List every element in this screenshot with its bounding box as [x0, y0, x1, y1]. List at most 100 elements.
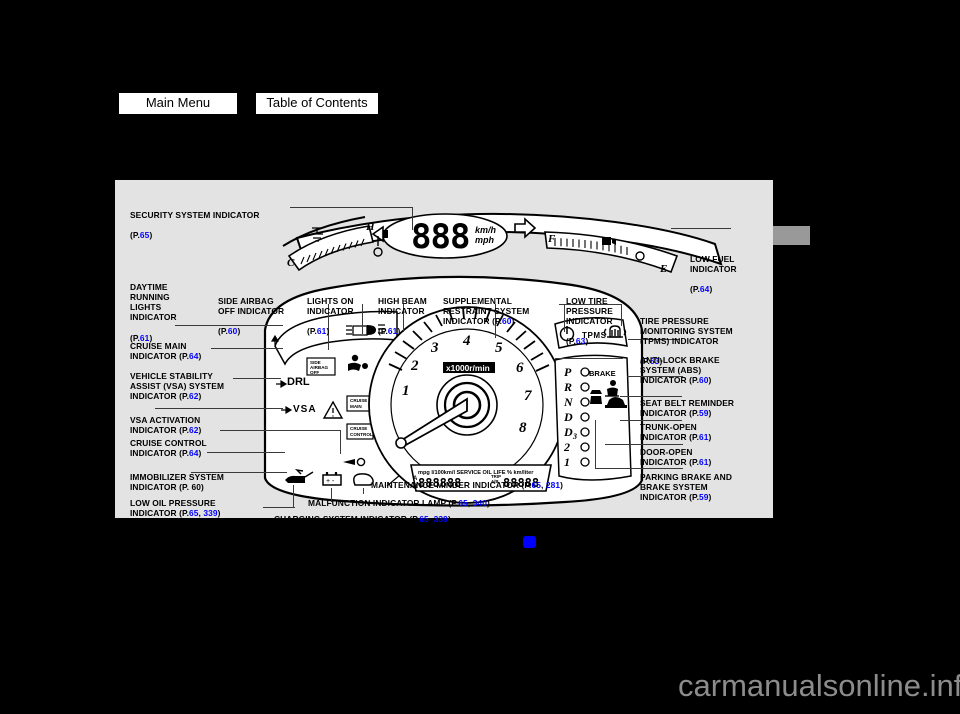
leader-line — [220, 430, 340, 431]
callout-page-ref: 62 — [189, 391, 199, 402]
svg-text:DRL: DRL — [287, 376, 310, 388]
svg-text:2: 2 — [410, 358, 419, 374]
svg-text:4: 4 — [462, 333, 471, 349]
svg-text:x1000r/min: x1000r/min — [446, 363, 490, 373]
callout-ref-prefix: (P. — [492, 316, 502, 327]
callout-title: CHARGING SYSTEM INDICATOR — [274, 514, 410, 525]
table-of-contents-button[interactable]: Table of Contents — [255, 92, 379, 115]
callout-ref-suffix: ) — [708, 375, 712, 386]
callout-lights-on-indicator: LIGHTS ON INDICATOR (P.61) — [307, 286, 354, 336]
callout-title: SUPPLEMENTAL RESTRAINT SYSTEM INDICATOR — [443, 296, 530, 327]
callout-ref-prefix: (P. — [689, 492, 699, 503]
callout-page-ref-2: 281 — [545, 480, 561, 491]
svg-text:km/h: km/h — [475, 225, 497, 235]
svg-text:VSA: VSA — [293, 404, 317, 415]
callout-page-ref: 60 — [227, 326, 238, 337]
callout-ref-prefix: (P. — [179, 508, 189, 519]
callout-ref-prefix: (P. — [218, 326, 228, 337]
callout-page-ref: 61 — [387, 326, 398, 337]
svg-text:CRUISE: CRUISE — [350, 426, 367, 431]
callout-ref-prefix: (P. — [409, 514, 420, 525]
callout-abs-indicator: ANTI-LOCK BRAKE SYSTEM (ABS) INDICATOR (… — [640, 345, 720, 385]
callout-supplemental-restraint-system-indicator: SUPPLEMENTAL RESTRAINT SYSTEM INDICATOR … — [443, 286, 529, 326]
svg-text:D: D — [563, 410, 573, 424]
callout-parking-brake-and-brake-system-indicator: PARKING BRAKE AND BRAKE SYSTEM INDICATOR… — [640, 462, 732, 502]
callout-low-oil-pressure-indicator: LOW OIL PRESSURE INDICATOR (P.65, 339) — [130, 488, 221, 518]
svg-text:P: P — [564, 365, 572, 379]
svg-text:2: 2 — [563, 440, 570, 454]
callout-page-ref-2: 339 — [203, 508, 218, 519]
svg-text:CONTROL: CONTROL — [350, 432, 373, 437]
svg-text:mph: mph — [475, 235, 495, 245]
callout-ref-suffix: ) — [447, 514, 451, 525]
callout-ref-prefix: (P. — [307, 326, 317, 337]
svg-text:AIRBAG: AIRBAG — [310, 365, 329, 370]
callout-ref-prefix: (P. — [179, 351, 189, 362]
svg-text:H: H — [365, 221, 375, 233]
svg-text:1: 1 — [564, 455, 570, 469]
leader-line — [362, 304, 363, 334]
callout-ref-prefix: (P. — [179, 391, 189, 402]
callout-page-ref-2: 340 — [472, 498, 487, 509]
leader-line — [595, 420, 596, 468]
callout-security-system-indicator: SECURITY SYSTEM INDICATOR (P.65) — [130, 200, 260, 240]
svg-text:3: 3 — [430, 340, 439, 356]
callout-page-ref: 65 — [139, 230, 150, 241]
callout-ref-suffix: ) — [198, 351, 202, 362]
callout-title: CRUISE MAIN INDICATOR — [130, 341, 187, 362]
callout-ref-suffix: ) — [149, 230, 153, 241]
callout-title: LOW TIRE PRESSURE INDICATOR — [566, 296, 613, 327]
leader-line — [555, 358, 623, 359]
main-menu-button[interactable]: Main Menu — [118, 92, 238, 115]
callout-low-tire-pressure-indicator: LOW TIRE PRESSURE INDICATOR (P.63) — [566, 286, 613, 347]
callout-ref-suffix: ) — [708, 492, 712, 503]
svg-text:CRUISE: CRUISE — [350, 398, 367, 403]
page-edge-tab — [773, 226, 810, 245]
site-watermark: carmanualsonline.info — [678, 668, 960, 703]
callout-page-ref: 60 — [502, 316, 512, 327]
svg-text:7: 7 — [524, 388, 532, 404]
callout-side-airbag-off-indicator: SIDE AIRBAG OFF INDICATOR (P.60) — [218, 286, 284, 336]
callout-page-ref: 63 — [575, 336, 586, 347]
svg-text:MAIN: MAIN — [350, 404, 362, 409]
callout-low-fuel-indicator: LOW FUEL INDICATOR (P.64) — [690, 244, 737, 294]
callout-ref-suffix: ) — [487, 498, 490, 509]
callout-title: SECURITY SYSTEM INDICATOR — [130, 210, 260, 221]
callout-cruise-main-indicator: CRUISE MAIN INDICATOR (P.64) — [130, 331, 201, 361]
callout-ref-prefix: (P. — [130, 230, 140, 241]
callout-ref-suffix: ) — [198, 391, 202, 402]
callout-ref-suffix: ) — [511, 316, 515, 327]
callout-high-beam-indicator: HIGH BEAM INDICATOR (P.61) — [378, 286, 427, 336]
callout-title: PARKING BRAKE AND BRAKE SYSTEM INDICATOR — [640, 472, 732, 503]
callout-ref-suffix: ) — [397, 326, 401, 337]
callout-ref-prefix: (P. — [521, 480, 532, 491]
callout-title: HIGH BEAM INDICATOR — [378, 296, 427, 317]
callout-ref-prefix: (P. — [179, 448, 189, 459]
callout-title: SIDE AIRBAG OFF INDICATOR — [218, 296, 285, 317]
leader-line — [290, 207, 412, 208]
callout-ref-suffix: ) — [585, 336, 589, 347]
callout-page-ref: 65 — [419, 514, 429, 525]
callout-ref-suffix: ) — [709, 284, 713, 295]
callout-page-ref-2: 339 — [433, 514, 448, 525]
callout-page-ref: 64 — [189, 448, 199, 459]
svg-text:F: F — [547, 233, 556, 245]
svg-text:N: N — [563, 395, 574, 409]
page-navigation-marker[interactable] — [523, 536, 536, 548]
leader-line — [564, 304, 565, 332]
svg-text:R: R — [563, 380, 572, 394]
callout-cruise-control-indicator: CRUISE CONTROL INDICATOR (P.64) — [130, 428, 207, 458]
callout-title: LIGHTS ON INDICATOR — [307, 296, 354, 317]
callout-title: TIRE PRESSURE MONITORING SYSTEM (TPMS) I… — [640, 316, 733, 347]
svg-text:3: 3 — [572, 432, 577, 441]
callout-charging-system-indicator: CHARGING SYSTEM INDICATOR (P.65, 339) — [274, 504, 451, 524]
callout-ref-prefix: (P. — [566, 336, 576, 347]
callout-title: LOW FUEL INDICATOR — [690, 254, 737, 275]
leader-line — [207, 452, 285, 453]
leader-line — [211, 348, 283, 349]
callout-page-ref: 60 — [699, 375, 709, 386]
leader-line — [671, 228, 731, 229]
callout-ref-suffix: ) — [560, 480, 564, 491]
svg-text:5: 5 — [495, 340, 503, 356]
callout-ref-suffix: ) — [237, 326, 241, 337]
